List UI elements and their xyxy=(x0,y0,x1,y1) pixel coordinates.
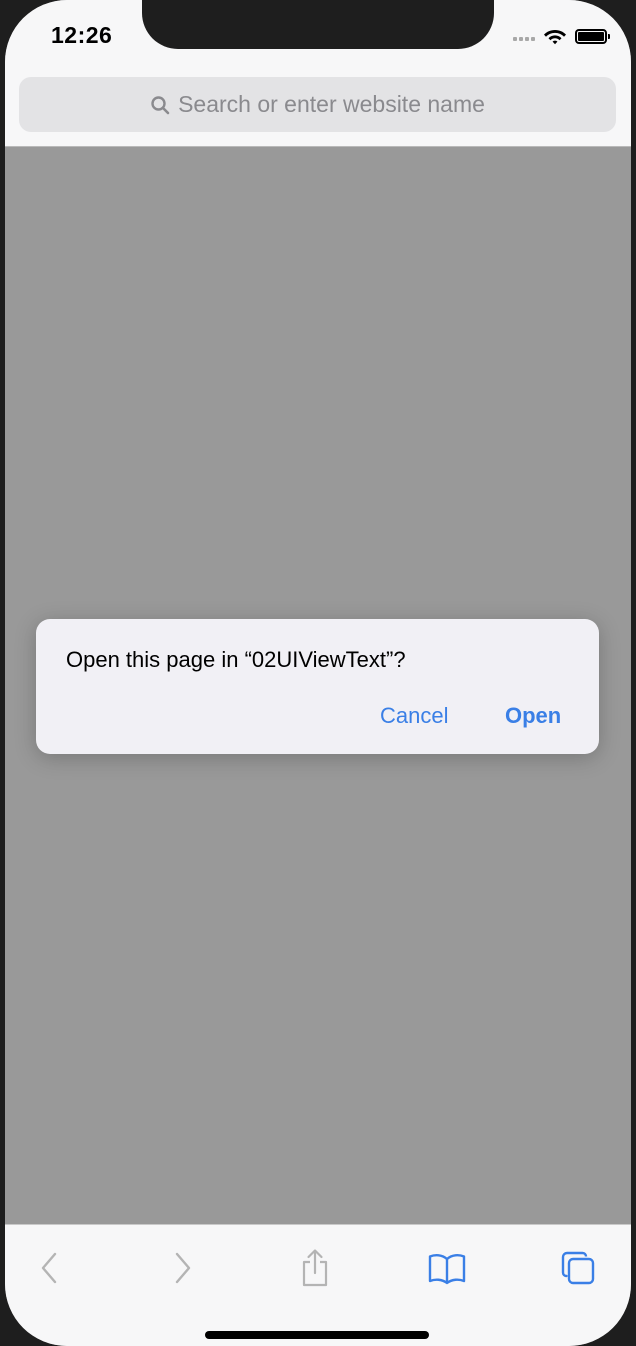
back-button[interactable] xyxy=(28,1247,70,1289)
search-icon xyxy=(151,95,170,114)
forward-chevron-icon xyxy=(175,1252,191,1284)
notch xyxy=(142,0,494,49)
open-button[interactable]: Open xyxy=(505,703,561,729)
tabs-button[interactable] xyxy=(557,1247,599,1289)
search-input[interactable]: Search or enter website name xyxy=(19,77,616,132)
tabs-icon xyxy=(561,1251,595,1285)
status-icons xyxy=(513,25,610,47)
battery-icon xyxy=(575,28,610,44)
wifi-icon xyxy=(544,30,566,45)
dialog-message: Open this page in “02UIViewText”? xyxy=(66,647,406,672)
back-chevron-icon xyxy=(41,1252,57,1284)
home-indicator[interactable] xyxy=(205,1331,429,1339)
phone-screen: 12:26 Search or enter website name Open … xyxy=(5,0,631,1346)
browser-toolbar xyxy=(5,1224,631,1346)
signal-icon xyxy=(513,31,535,41)
browser-top-bar: 12:26 Search or enter website name xyxy=(5,0,631,147)
open-in-app-dialog: Open this page in “02UIViewText”? Cancel… xyxy=(36,619,599,754)
bookmarks-button[interactable] xyxy=(426,1247,468,1289)
search-placeholder: Search or enter website name xyxy=(178,91,485,117)
bookmarks-icon xyxy=(428,1254,466,1285)
share-button[interactable] xyxy=(294,1247,336,1289)
status-time: 12:26 xyxy=(51,22,113,48)
share-icon xyxy=(302,1249,328,1287)
cancel-button[interactable]: Cancel xyxy=(380,703,448,729)
forward-button[interactable] xyxy=(162,1247,204,1289)
